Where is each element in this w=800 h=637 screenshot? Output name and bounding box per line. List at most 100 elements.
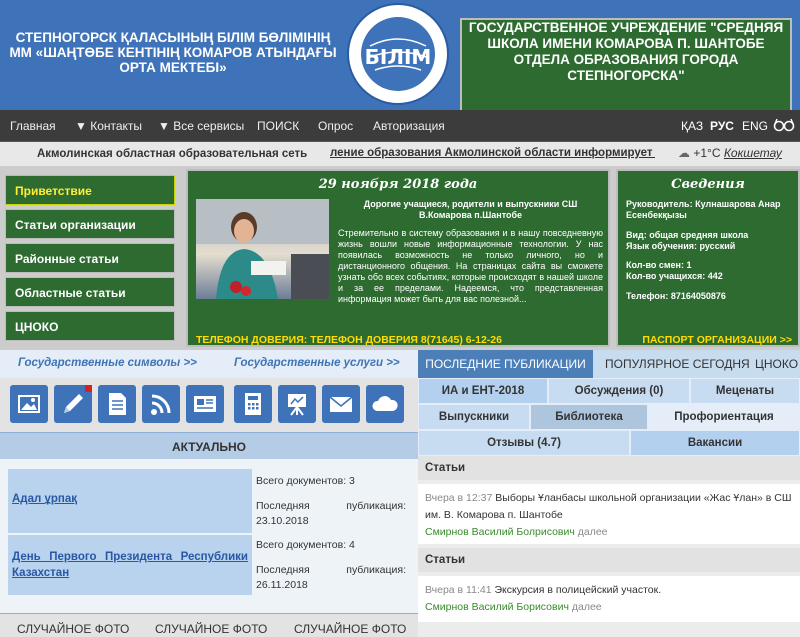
news-title[interactable]: Экскурсия в полицейский участок. — [494, 584, 661, 596]
random-photos: СЛУЧАЙНОЕ ФОТО СЛУЧАЙНОЕ ФОТО СЛУЧАЙНОЕ … — [0, 613, 418, 637]
nav-poll[interactable]: Опрос — [318, 119, 353, 133]
greeting-date: 29 ноября 2018 года — [318, 177, 478, 192]
service-icons — [0, 378, 418, 432]
gov-symbols-link[interactable]: Государственные символы >> — [18, 357, 197, 369]
menu-org-articles[interactable]: Статьи организации — [5, 209, 175, 239]
actual-row-link[interactable]: День Первого Президента Республики Казах… — [12, 549, 248, 581]
cloud-snow-icon: ☁ — [678, 146, 690, 160]
news-section-title: Статьи — [418, 548, 800, 572]
tab-vacancies[interactable]: Вакансии — [630, 430, 800, 456]
menu-district-articles[interactable]: Районные статьи — [5, 243, 175, 273]
document-icon[interactable] — [98, 385, 136, 423]
gov-services-link[interactable]: Государственные услуги >> — [234, 357, 400, 369]
actual-stats: Адал ұрпақ Всего документов: 3 Последняя… — [0, 459, 418, 613]
lang-eng[interactable]: ENG — [742, 119, 768, 133]
actual-row-meta: Всего документов: 4 Последняя публикация… — [256, 538, 406, 593]
tab-latest[interactable]: ПОСЛЕДНИЕ ПУБЛИКАЦИИ — [418, 350, 593, 378]
menu-region-articles[interactable]: Областные статьи — [5, 277, 175, 307]
news-author[interactable]: Смирнов Василий Борисович — [425, 601, 569, 613]
lang-kaz[interactable]: ҚАЗ — [681, 119, 703, 133]
temperature: +1°C — [693, 146, 721, 160]
pen-icon[interactable] — [54, 385, 92, 423]
actual-row-last-label: Последняя публикация: — [256, 500, 406, 512]
new-badge — [85, 385, 92, 392]
nav-search[interactable]: ПОИСК — [257, 119, 299, 133]
article-menu: Приветствие Статьи организации Районные … — [5, 175, 175, 345]
tab-graduates[interactable]: Выпускники — [418, 404, 530, 430]
actual-row: Адал ұрпақ — [8, 469, 252, 533]
director-photo — [196, 199, 329, 299]
actual-row-last-date: 23.10.2018 — [256, 515, 309, 527]
weather-widget[interactable]: ☁ +1°C Кокшетау — [678, 146, 782, 160]
tab-reviews[interactable]: Отзывы (4.7) — [418, 430, 630, 456]
newspaper-icon[interactable] — [186, 385, 224, 423]
trust-phone[interactable]: ТЕЛЕФОН ДОВЕРИЯ: ТЕЛЕФОН ДОВЕРИЯ 8(71645… — [196, 334, 502, 346]
info-bar: Акмолинская областная образовательная се… — [0, 142, 800, 167]
greeting-body: Стремительно в систему образования и в н… — [338, 228, 603, 304]
cloud-icon[interactable] — [366, 385, 404, 423]
weather-city[interactable]: Кокшетау — [724, 146, 782, 160]
info-panel: Сведения Руководитель: Кулнашарова Анар … — [616, 169, 800, 347]
info-head: Руководитель: Кулнашарова Анар Есенбекқы… — [626, 199, 781, 220]
nav-home[interactable]: Главная — [10, 119, 56, 133]
random-photo-title: СЛУЧАЙНОЕ ФОТО — [17, 622, 130, 636]
news-item[interactable]: Вчера в 11:41 Экскурсия в полицейский уч… — [418, 576, 800, 622]
news-list: Статьи Вчера в 12:37 Выборы Ұланбасы шко… — [418, 456, 800, 637]
menu-tsnoko[interactable]: ЦНОКО — [5, 311, 175, 341]
random-photo-title: СЛУЧАЙНОЕ ФОТО — [294, 622, 407, 636]
logo-text: БІЛІМ — [365, 45, 432, 69]
mail-icon[interactable] — [322, 385, 360, 423]
main-nav: Главная ▼ Контакты ▼ Все сервисы ПОИСК О… — [0, 110, 800, 142]
nav-login[interactable]: Авторизация — [373, 119, 445, 133]
nav-services[interactable]: ▼ Все сервисы — [158, 119, 244, 133]
tab-discussions[interactable]: Обсуждения (0) — [548, 378, 690, 404]
info-type: Вид: общая средняя школа — [626, 230, 749, 240]
info-shifts: Кол-во смен: 1 — [626, 260, 692, 270]
network-label: Акмолинская областная образовательная се… — [37, 148, 308, 160]
actual-row-link[interactable]: Адал ұрпақ — [12, 493, 77, 505]
lang-rus[interactable]: РУС — [710, 119, 734, 133]
easel-icon[interactable] — [278, 385, 316, 423]
passport-link[interactable]: ПАСПОРТ ОРГАНИЗАЦИИ >> — [642, 334, 792, 346]
greeting-heading: Дорогие учащиеся, родители и выпускники … — [363, 199, 578, 220]
news-time: Вчера в 12:37 — [425, 492, 493, 504]
tab-library[interactable]: Библиотека — [530, 404, 648, 430]
featured-section: Приветствие Статьи организации Районные … — [0, 167, 800, 350]
gov-links: Государственные символы >> Государственн… — [0, 350, 418, 378]
news-time: Вчера в 11:41 — [425, 584, 492, 596]
news-more[interactable]: далее — [572, 601, 602, 613]
actual-row: День Первого Президента Республики Казах… — [8, 535, 252, 595]
info-language: Язык обучения: русский — [626, 241, 736, 251]
nav-contacts[interactable]: ▼ Контакты — [75, 119, 142, 133]
news-author[interactable]: Смирнов Василий Болрисович — [425, 526, 575, 538]
info-phone: Телефон: 87164050876 — [626, 291, 726, 301]
header-title-kz: Степногорск қаласының білім бөлімінің ММ… — [9, 30, 337, 75]
actual-row-last-date: 26.11.2018 — [256, 579, 308, 591]
menu-greeting[interactable]: Приветствие — [5, 175, 175, 205]
info-title: Сведения — [671, 177, 745, 192]
actual-row-total: Всего документов: 4 — [256, 539, 355, 551]
actual-header: АКТУАЛЬНО — [0, 432, 418, 459]
tab-patrons[interactable]: Меценаты — [690, 378, 800, 404]
news-ticker[interactable]: ление образования Акмолинской области ин… — [330, 147, 655, 159]
rss-icon[interactable] — [142, 385, 180, 423]
info-students: Кол-во учащихся: 442 — [626, 271, 723, 281]
actual-row-meta: Всего документов: 3 Последняя публикация… — [256, 474, 406, 529]
tab-career[interactable]: Профориентация — [648, 404, 800, 430]
actual-row-last-label: Последняя публикация: — [256, 564, 406, 576]
tab-tsnoko[interactable]: ЦНОКО — [755, 350, 798, 378]
tab-popular[interactable]: ПОПУЛЯРНОЕ СЕГОДНЯ — [605, 350, 750, 378]
news-item[interactable]: Вчера в 12:37 Выборы Ұланбасы школьной о… — [418, 484, 800, 544]
actual-row-total: Всего документов: 3 — [256, 475, 355, 487]
greeting-panel: 29 ноября 2018 года Дорогие учащиеся, ро… — [186, 169, 610, 347]
calculator-icon[interactable] — [234, 385, 272, 423]
glasses-icon[interactable] — [773, 117, 795, 133]
random-photo-title: СЛУЧАЙНОЕ ФОТО — [155, 622, 268, 636]
publication-tabs: ПОСЛЕДНИЕ ПУБЛИКАЦИИ ПОПУЛЯРНОЕ СЕГОДНЯ … — [418, 350, 800, 378]
news-section-title: Статьи — [418, 456, 800, 480]
tab-ent[interactable]: ИА и ЕНТ-2018 — [418, 378, 548, 404]
news-more[interactable]: далее — [578, 526, 608, 538]
image-icon[interactable] — [10, 385, 48, 423]
site-header: Степногорск қаласының білім бөлімінің ММ… — [0, 0, 800, 196]
bilim-logo[interactable]: БІЛІМ — [345, 2, 451, 106]
